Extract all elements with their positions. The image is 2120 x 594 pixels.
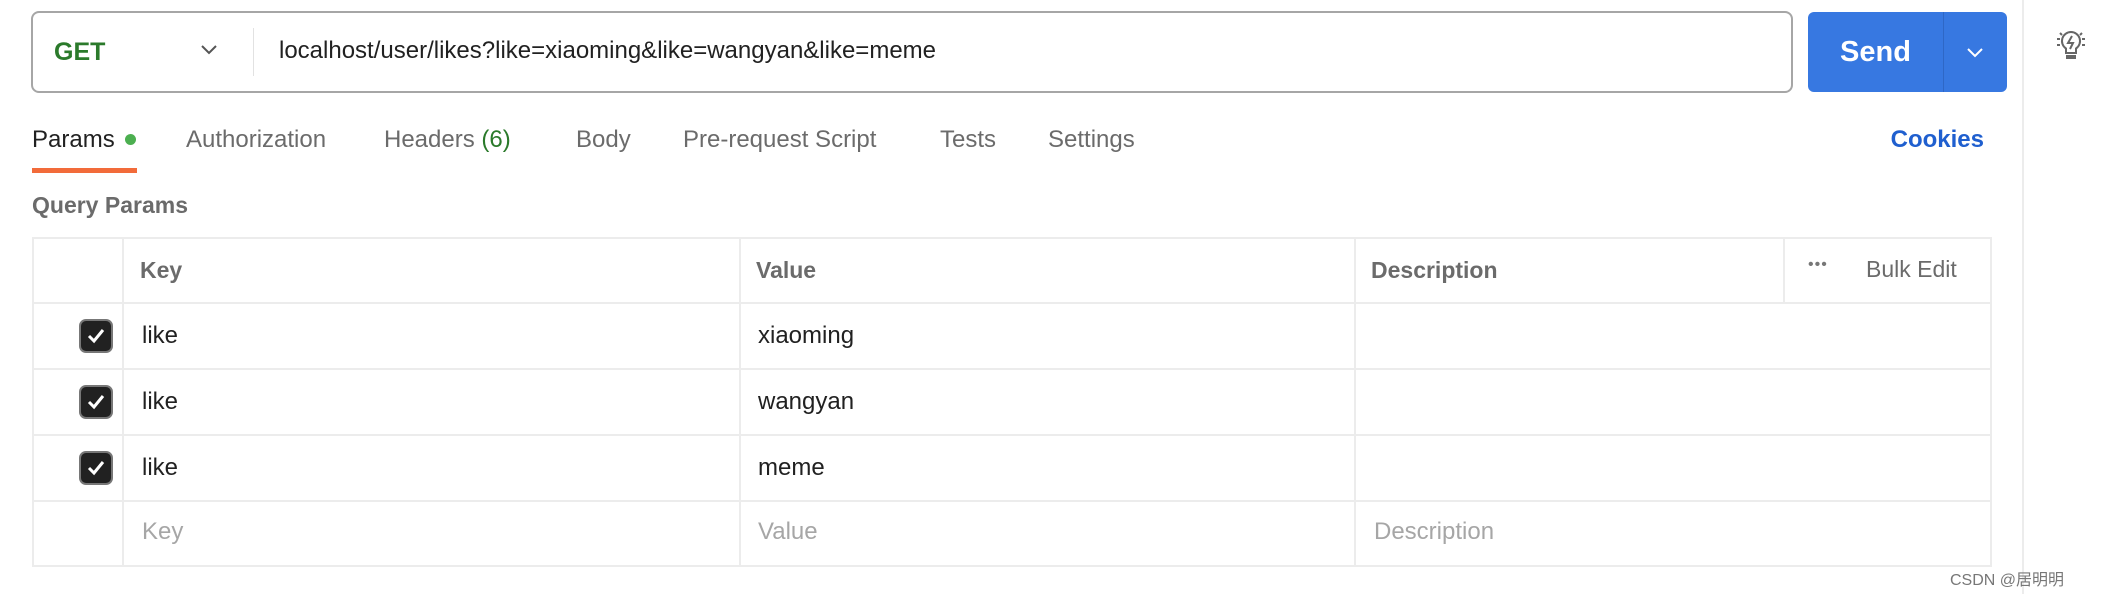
tab-pre-request-script[interactable]: Pre-request Script xyxy=(683,126,876,154)
headers-count: (6) xyxy=(481,126,511,153)
row-key[interactable]: like xyxy=(142,322,178,350)
new-value-input[interactable]: Value xyxy=(758,518,818,546)
tab-tests[interactable]: Tests xyxy=(940,126,996,154)
divider xyxy=(253,28,254,76)
checkmark-icon xyxy=(87,461,105,476)
row-checkbox[interactable] xyxy=(79,319,113,353)
row-value[interactable]: wangyan xyxy=(758,388,854,416)
cookies-link[interactable]: Cookies xyxy=(1890,126,1984,154)
method-select[interactable]: GET xyxy=(54,38,105,67)
tab-authorization[interactable]: Authorization xyxy=(186,126,326,154)
row-divider xyxy=(32,434,1992,436)
checkmark-icon xyxy=(87,329,105,344)
row-checkbox[interactable] xyxy=(79,451,113,485)
row-divider xyxy=(32,368,1992,370)
query-params-table xyxy=(32,237,1992,567)
row-key[interactable]: like xyxy=(142,454,178,482)
chevron-down-icon[interactable] xyxy=(198,38,220,60)
row-key[interactable]: like xyxy=(142,388,178,416)
bulk-edit-button[interactable]: Bulk Edit xyxy=(1866,256,1957,283)
col-divider xyxy=(122,237,124,567)
section-title: Query Params xyxy=(32,192,188,218)
new-key-input[interactable]: Key xyxy=(142,518,183,546)
watermark: CSDN @居明明 xyxy=(1950,572,2065,589)
row-divider xyxy=(32,302,1992,304)
lightbulb-icon[interactable] xyxy=(2052,26,2090,64)
col-divider xyxy=(1783,237,1785,303)
send-button[interactable]: Send xyxy=(1808,12,1943,92)
row-value[interactable]: meme xyxy=(758,454,825,482)
tab-body[interactable]: Body xyxy=(576,126,631,154)
row-checkbox[interactable] xyxy=(79,385,113,419)
header-description: Description xyxy=(1371,257,1498,283)
header-key: Key xyxy=(140,257,183,283)
tab-headers[interactable]: Headers (6) xyxy=(384,126,511,154)
new-description-input[interactable]: Description xyxy=(1374,518,1494,546)
params-active-dot xyxy=(125,134,136,145)
send-options-chevron-icon[interactable] xyxy=(1963,40,1987,64)
tab-headers-label: Headers xyxy=(384,126,475,153)
right-sidebar-border xyxy=(2022,0,2024,594)
divider xyxy=(1943,12,1944,92)
row-value[interactable]: xiaoming xyxy=(758,322,854,350)
header-value: Value xyxy=(756,257,817,283)
col-divider xyxy=(739,237,741,567)
tab-params[interactable]: Params xyxy=(32,126,115,154)
url-input[interactable]: localhost/user/likes?like=xiaoming&like=… xyxy=(279,37,936,65)
col-divider xyxy=(1354,237,1356,567)
row-divider xyxy=(32,500,1992,502)
active-tab-underline xyxy=(32,168,137,173)
tab-settings[interactable]: Settings xyxy=(1048,126,1135,154)
checkmark-icon xyxy=(87,395,105,410)
more-options-icon[interactable]: ••• xyxy=(1808,256,1828,274)
